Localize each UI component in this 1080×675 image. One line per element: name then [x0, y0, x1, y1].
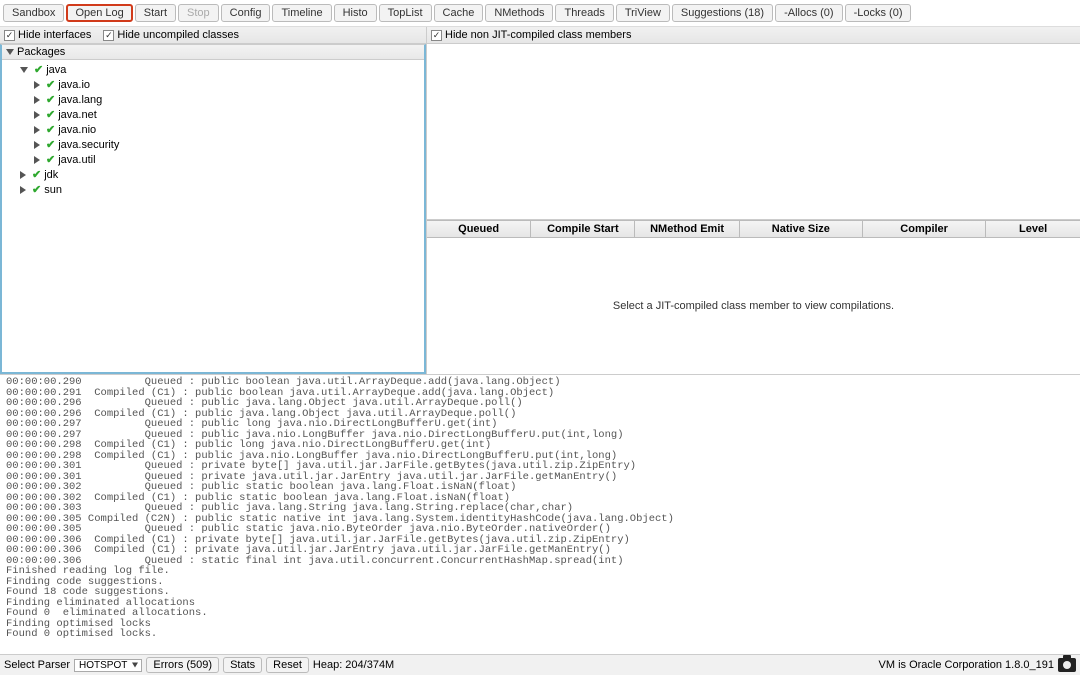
check-icon: ✔ [34, 63, 43, 76]
start-button[interactable]: Start [135, 4, 176, 22]
checkmark-icon: ✓ [103, 30, 114, 41]
tree-node-java-lang[interactable]: ✔java.lang [6, 92, 420, 107]
column-native-size[interactable]: Native Size [740, 221, 863, 237]
tree-node-java-util[interactable]: ✔java.util [6, 152, 420, 167]
hide-interfaces-checkbox[interactable]: ✓ Hide interfaces [4, 29, 91, 41]
threads-button[interactable]: Threads [555, 4, 613, 22]
chevron-down-icon [20, 67, 28, 73]
check-icon: ✔ [46, 123, 55, 136]
chevron-right-icon [34, 81, 40, 89]
tree-label: java.lang [58, 94, 102, 106]
reset-button[interactable]: Reset [266, 657, 309, 673]
toolbar: SandboxOpen LogStartStopConfigTimelineHi… [0, 0, 1080, 27]
vm-label: VM is Oracle Corporation 1.8.0_191 [879, 659, 1054, 671]
check-icon: ✔ [46, 153, 55, 166]
select-parser-label: Select Parser [4, 659, 70, 671]
tree-label: java.util [58, 154, 95, 166]
check-icon: ✔ [32, 168, 41, 181]
toplist-button[interactable]: TopList [379, 4, 432, 22]
right-pane: ✓ Hide non JIT-compiled class members Qu… [427, 27, 1080, 374]
packages-header[interactable]: Packages [2, 45, 424, 60]
chevron-right-icon [34, 126, 40, 134]
members-area [427, 44, 1080, 220]
column-level[interactable]: Level [986, 221, 1080, 237]
hide-uncompiled-checkbox[interactable]: ✓ Hide uncompiled classes [103, 29, 239, 41]
tree-node-jdk[interactable]: ✔jdk [6, 167, 420, 182]
compilation-placeholder: Select a JIT-compiled class member to vi… [427, 238, 1080, 374]
-locks-0--button[interactable]: -Locks (0) [845, 4, 912, 22]
checkmark-icon: ✓ [4, 30, 15, 41]
tree-label: java.security [58, 139, 119, 151]
column-nmethod-emit[interactable]: NMethod Emit [635, 221, 739, 237]
tree-node-java-io[interactable]: ✔java.io [6, 77, 420, 92]
tree-node-java-nio[interactable]: ✔java.nio [6, 122, 420, 137]
check-icon: ✔ [46, 138, 55, 151]
tree-label: sun [44, 184, 62, 196]
chevron-right-icon [34, 141, 40, 149]
hide-non-jit-checkbox[interactable]: ✓ Hide non JIT-compiled class members [431, 29, 631, 41]
cache-button[interactable]: Cache [434, 4, 484, 22]
-allocs-0--button[interactable]: -Allocs (0) [775, 4, 843, 22]
tree-node-java[interactable]: ✔java [6, 62, 420, 77]
tree-node-java-net[interactable]: ✔java.net [6, 107, 420, 122]
timeline-button[interactable]: Timeline [272, 4, 331, 22]
chevron-right-icon [34, 156, 40, 164]
compilation-table-header: QueuedCompile StartNMethod EmitNative Si… [427, 220, 1080, 238]
column-compiler[interactable]: Compiler [863, 221, 986, 237]
tree-label: java.nio [58, 124, 96, 136]
parser-select[interactable]: HOTSPOT [74, 659, 142, 672]
stats-button[interactable]: Stats [223, 657, 262, 673]
check-icon: ✔ [32, 183, 41, 196]
heap-label: Heap: 204/374M [313, 659, 394, 671]
status-bar: Select Parser HOTSPOT Errors (509) Stats… [0, 654, 1080, 675]
config-button[interactable]: Config [221, 4, 271, 22]
tree-label: java [46, 64, 66, 76]
check-icon: ✔ [46, 108, 55, 121]
checkmark-icon: ✓ [431, 30, 442, 41]
suggestions-18--button[interactable]: Suggestions (18) [672, 4, 773, 22]
hide-interfaces-label: Hide interfaces [18, 29, 91, 41]
open-log-button[interactable]: Open Log [66, 4, 132, 22]
tree-node-sun[interactable]: ✔sun [6, 182, 420, 197]
chevron-right-icon [34, 96, 40, 104]
histo-button[interactable]: Histo [334, 4, 377, 22]
check-icon: ✔ [46, 78, 55, 91]
tree-label: java.io [58, 79, 90, 91]
tree-label: java.net [58, 109, 97, 121]
chevron-right-icon [20, 186, 26, 194]
console-log[interactable]: 00:00:00.290 Queued : public boolean jav… [0, 374, 1080, 654]
hide-non-jit-label: Hide non JIT-compiled class members [445, 29, 631, 41]
triview-button[interactable]: TriView [616, 4, 670, 22]
packages-label: Packages [17, 46, 65, 58]
chevron-right-icon [20, 171, 26, 179]
tree-label: jdk [44, 169, 58, 181]
screenshot-icon[interactable] [1058, 658, 1076, 672]
sandbox-button[interactable]: Sandbox [3, 4, 64, 22]
check-icon: ✔ [46, 93, 55, 106]
chevron-down-icon [6, 49, 14, 55]
chevron-right-icon [34, 111, 40, 119]
tree-node-java-security[interactable]: ✔java.security [6, 137, 420, 152]
packages-tree[interactable]: Packages ✔java✔java.io✔java.lang✔java.ne… [0, 44, 426, 374]
left-pane: ✓ Hide interfaces ✓ Hide uncompiled clas… [0, 27, 427, 374]
stop-button: Stop [178, 4, 219, 22]
column-compile-start[interactable]: Compile Start [531, 221, 635, 237]
errors-button[interactable]: Errors (509) [146, 657, 219, 673]
hide-uncompiled-label: Hide uncompiled classes [117, 29, 239, 41]
column-queued[interactable]: Queued [427, 221, 531, 237]
nmethods-button[interactable]: NMethods [485, 4, 553, 22]
